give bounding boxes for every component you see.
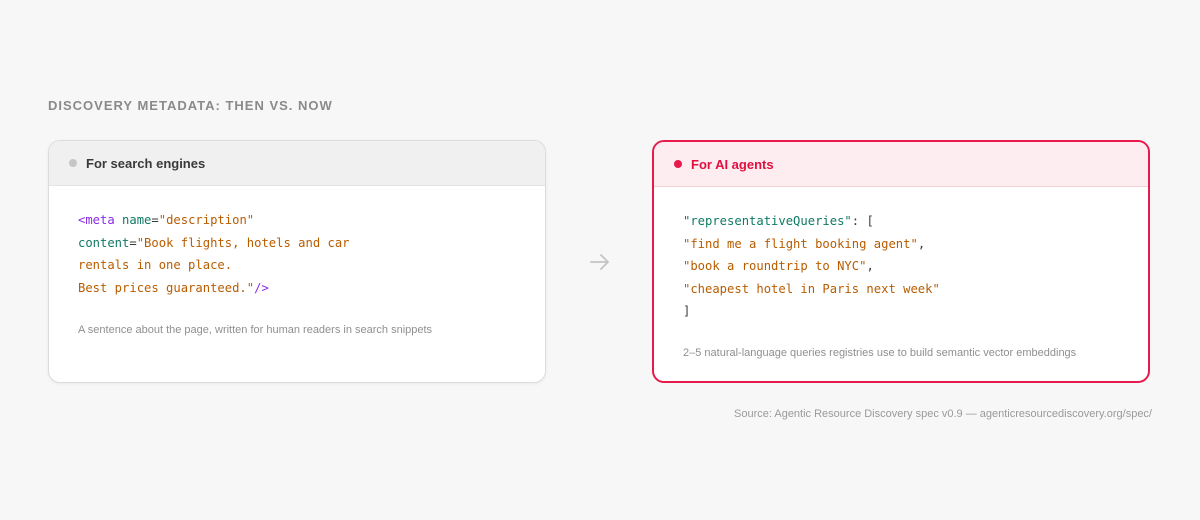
section-heading: DISCOVERY METADATA: THEN VS. NOW: [48, 98, 333, 113]
code-query-2: "book a roundtrip to NYC": [683, 259, 867, 273]
code-value-description: "description": [158, 213, 255, 227]
search-engines-caption: A sentence about the page, written for h…: [78, 324, 433, 336]
code-key-representative-queries: "representativeQueries": [683, 214, 852, 228]
arrow-right-icon: [590, 254, 609, 270]
code-attr-name: name: [122, 213, 152, 227]
code-content-line-1: "Book flights, hotels and car: [136, 235, 350, 250]
representative-queries-code: "representativeQueries": [ "find me a fl…: [654, 187, 1148, 323]
search-engines-card-header: For search engines: [49, 141, 545, 186]
search-engines-card-title: For search engines: [86, 155, 206, 171]
code-key-suffix: : [: [851, 214, 874, 228]
code-array-close: ]: [683, 304, 691, 318]
status-dot-icon: [674, 160, 682, 168]
code-tag-close: />: [254, 280, 269, 295]
status-dot-icon: [69, 159, 77, 167]
code-query-3: "cheapest hotel in Paris next week": [683, 281, 940, 296]
source-citation: Source: Agentic Resource Discovery spec …: [734, 408, 1152, 420]
meta-description-code: <meta name="description" content="Book f…: [49, 186, 545, 299]
code-comma: ,: [917, 236, 926, 251]
code-equals: =: [151, 213, 159, 227]
ai-agents-caption: 2–5 natural-language queries registries …: [683, 347, 1077, 359]
code-equals: =: [129, 235, 137, 250]
code-query-1: "find me a flight booking agent": [683, 236, 918, 251]
code-tag-open: <meta: [78, 213, 123, 227]
ai-agents-card-title: For AI agents: [691, 156, 774, 172]
code-comma: ,: [866, 259, 874, 273]
code-attr-content: content: [78, 235, 130, 250]
search-engines-card: For search engines <meta name="descripti…: [48, 140, 546, 383]
ai-agents-card-header: For AI agents: [654, 142, 1148, 187]
code-content-line-3: Best prices guaranteed.": [78, 280, 255, 295]
ai-agents-card: For AI agents "representativeQueries": […: [652, 140, 1150, 383]
code-content-line-2: rentals in one place.: [78, 258, 233, 272]
